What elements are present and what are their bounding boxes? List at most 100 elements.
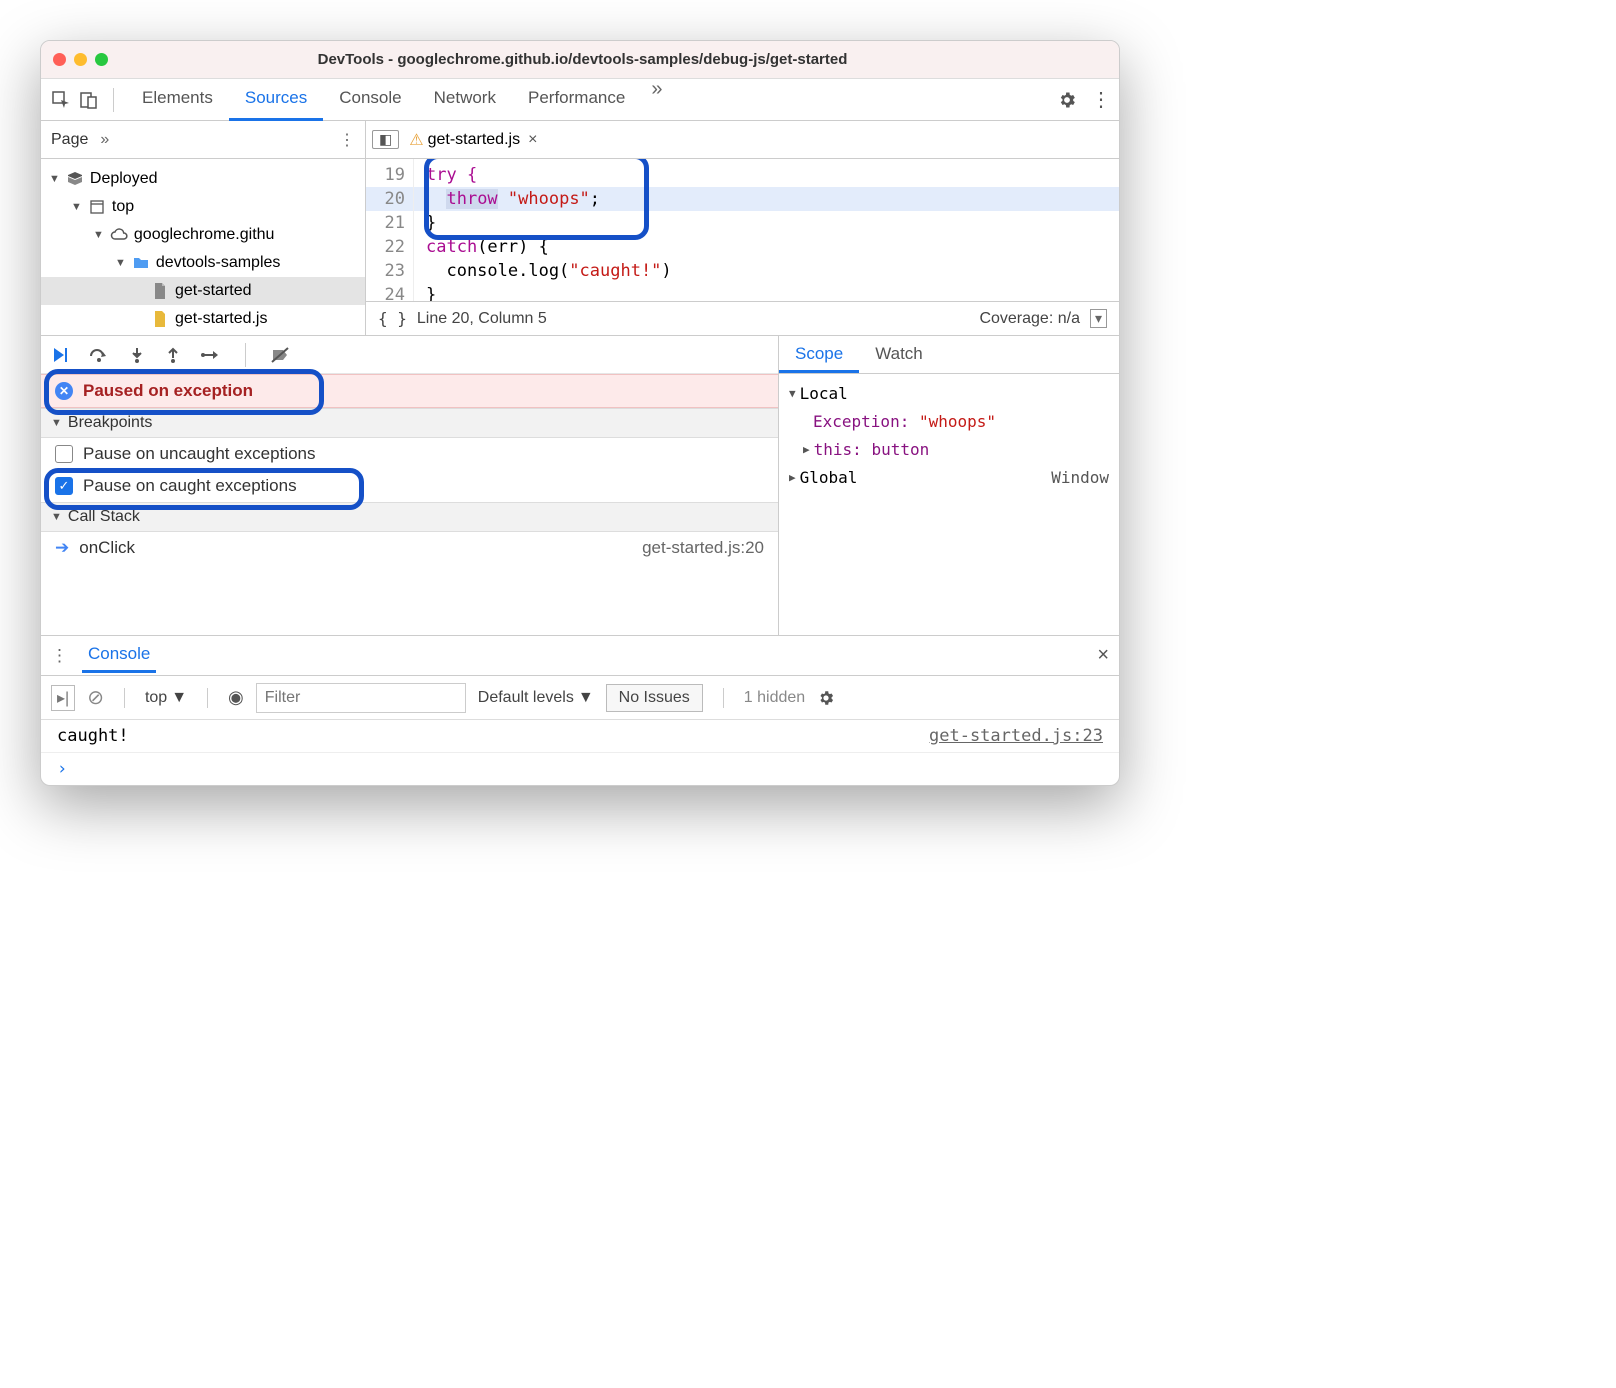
- step-out-icon[interactable]: [165, 346, 181, 364]
- tab-sources[interactable]: Sources: [229, 78, 323, 121]
- file-tree: ▼ Deployed ▼ top ▼ googlechrome.githu ▼: [41, 159, 365, 335]
- tree-domain[interactable]: ▼ googlechrome.githu: [41, 221, 365, 249]
- chevron-down-icon: ▼: [49, 173, 60, 185]
- inspect-element-icon[interactable]: [49, 88, 73, 112]
- drawer-tab-console[interactable]: Console: [82, 638, 156, 673]
- more-tabs-icon[interactable]: »: [641, 78, 672, 121]
- breakpoints-section[interactable]: ▼ Breakpoints: [41, 408, 778, 438]
- issues-button[interactable]: No Issues: [606, 684, 703, 712]
- tree-label: get-started.js: [175, 310, 267, 328]
- folder-icon: [132, 256, 150, 270]
- tab-scope[interactable]: Scope: [779, 336, 859, 373]
- callstack-section[interactable]: ▼ Call Stack: [41, 502, 778, 532]
- show-navigator-icon[interactable]: ◧: [372, 130, 399, 149]
- frame-icon: [88, 200, 106, 214]
- window-titlebar: DevTools - googlechrome.github.io/devtoo…: [41, 41, 1119, 79]
- callstack-frame[interactable]: ➔ onClick get-started.js:20: [41, 532, 778, 564]
- tree-file-js[interactable]: get-started.js: [41, 305, 365, 333]
- cursor-position: Line 20, Column 5: [417, 310, 547, 328]
- warning-icon: ⚠: [409, 130, 423, 150]
- console-filter-input[interactable]: [256, 683, 466, 713]
- kebab-menu-icon[interactable]: ⋮: [1091, 87, 1111, 112]
- minimize-window-button[interactable]: [74, 53, 87, 66]
- console-sidebar-toggle-icon[interactable]: ▸|: [51, 685, 75, 711]
- pause-caught-checkbox-row[interactable]: ✓ Pause on caught exceptions: [41, 470, 778, 502]
- tree-label: get-started: [175, 282, 251, 300]
- sources-sidebar: Page » ⋮ ▼ Deployed ▼ top ▼ goog: [41, 121, 366, 335]
- js-file-icon: [151, 311, 169, 327]
- chevron-right-icon: ▶: [803, 438, 810, 462]
- log-message: caught!: [57, 726, 129, 746]
- pause-uncaught-checkbox-row[interactable]: Pause on uncaught exceptions: [41, 438, 778, 470]
- sidebar-more-tabs-icon[interactable]: »: [100, 131, 109, 149]
- deployed-icon: [66, 171, 84, 187]
- scope-exception[interactable]: Exception: "whoops": [779, 408, 1119, 436]
- resume-icon[interactable]: [51, 346, 69, 364]
- code-content[interactable]: try { throw "whoops"; } catch(err) { con…: [414, 159, 1119, 301]
- chevron-down-icon: ▼: [51, 417, 62, 429]
- checkbox-label: Pause on caught exceptions: [83, 476, 297, 496]
- tree-deployed[interactable]: ▼ Deployed: [41, 165, 365, 193]
- close-drawer-icon[interactable]: ×: [1097, 644, 1109, 667]
- drawer-header: ⋮ Console ×: [41, 636, 1119, 676]
- debugger-pane: ✕ Paused on exception ▼ Breakpoints Paus…: [41, 336, 779, 635]
- checkbox-checked[interactable]: ✓: [55, 477, 73, 495]
- device-toggle-icon[interactable]: [77, 88, 101, 112]
- console-prompt[interactable]: ›: [41, 753, 1119, 785]
- pretty-print-icon[interactable]: { }: [378, 309, 407, 328]
- console-output: caught! get-started.js:23 ›: [41, 720, 1119, 785]
- chevron-down-icon: ▼: [578, 689, 594, 707]
- tab-network[interactable]: Network: [418, 78, 512, 121]
- editor-tab[interactable]: get-started.js: [428, 131, 520, 149]
- sidebar-tab-page[interactable]: Page: [51, 131, 88, 149]
- bookmark-icon[interactable]: ▾: [1090, 309, 1107, 328]
- editor: ◧ ⚠ get-started.js × 19 20 21 22 23 24 2…: [366, 121, 1119, 335]
- chevron-down-icon: ▼: [51, 511, 62, 523]
- console-toolbar: ▸| ⊘ top ▼ ◉ Default levels ▼ No Issues …: [41, 676, 1119, 720]
- log-levels-selector[interactable]: Default levels ▼: [478, 689, 594, 707]
- close-tab-icon[interactable]: ×: [528, 131, 537, 149]
- console-settings-icon[interactable]: [817, 689, 835, 707]
- step-over-icon[interactable]: [89, 346, 109, 364]
- tab-elements[interactable]: Elements: [126, 78, 229, 121]
- paused-text: Paused on exception: [83, 381, 253, 401]
- tree-folder[interactable]: ▼ devtools-samples: [41, 249, 365, 277]
- panel-tabs: Elements Sources Console Network Perform…: [126, 78, 1053, 121]
- tab-watch[interactable]: Watch: [859, 336, 939, 373]
- maximize-window-button[interactable]: [95, 53, 108, 66]
- tab-performance[interactable]: Performance: [512, 78, 641, 121]
- sidebar-menu-icon[interactable]: ⋮: [339, 130, 355, 150]
- checkbox-label: Pause on uncaught exceptions: [83, 444, 316, 464]
- settings-icon[interactable]: [1057, 90, 1077, 110]
- context-selector[interactable]: top ▼: [145, 689, 187, 707]
- live-expression-icon[interactable]: ◉: [228, 687, 244, 708]
- tree-file-html[interactable]: get-started: [41, 277, 365, 305]
- console-log-row[interactable]: caught! get-started.js:23: [41, 720, 1119, 753]
- tree-top[interactable]: ▼ top: [41, 193, 365, 221]
- scope-local[interactable]: ▼ Local: [779, 380, 1119, 408]
- tree-label: top: [112, 198, 134, 216]
- tree-label: devtools-samples: [156, 254, 281, 272]
- step-icon[interactable]: [201, 348, 221, 362]
- devtools-toolbar: Elements Sources Console Network Perform…: [41, 79, 1119, 121]
- tree-label: Deployed: [90, 170, 158, 188]
- current-frame-icon: ➔: [55, 538, 69, 558]
- close-window-button[interactable]: [53, 53, 66, 66]
- frame-location[interactable]: get-started.js:20: [642, 538, 764, 558]
- scope-global[interactable]: ▶ Global Window: [779, 464, 1119, 492]
- step-into-icon[interactable]: [129, 346, 145, 364]
- deactivate-breakpoints-icon[interactable]: [270, 346, 290, 364]
- clear-console-icon[interactable]: ⊘: [87, 685, 104, 710]
- chevron-right-icon: ▶: [789, 466, 796, 490]
- coverage-status: Coverage: n/a: [979, 310, 1080, 328]
- log-source-link[interactable]: get-started.js:23: [929, 726, 1103, 746]
- drawer-menu-icon[interactable]: ⋮: [51, 646, 68, 666]
- frame-name: onClick: [79, 538, 135, 558]
- hidden-count[interactable]: 1 hidden: [744, 689, 805, 707]
- tree-label: googlechrome.githu: [134, 226, 275, 244]
- scope-global-value: Window: [1051, 466, 1109, 490]
- document-icon: [151, 283, 169, 299]
- tab-console[interactable]: Console: [323, 78, 417, 121]
- checkbox-unchecked[interactable]: [55, 445, 73, 463]
- scope-this[interactable]: ▶ this: button: [779, 436, 1119, 464]
